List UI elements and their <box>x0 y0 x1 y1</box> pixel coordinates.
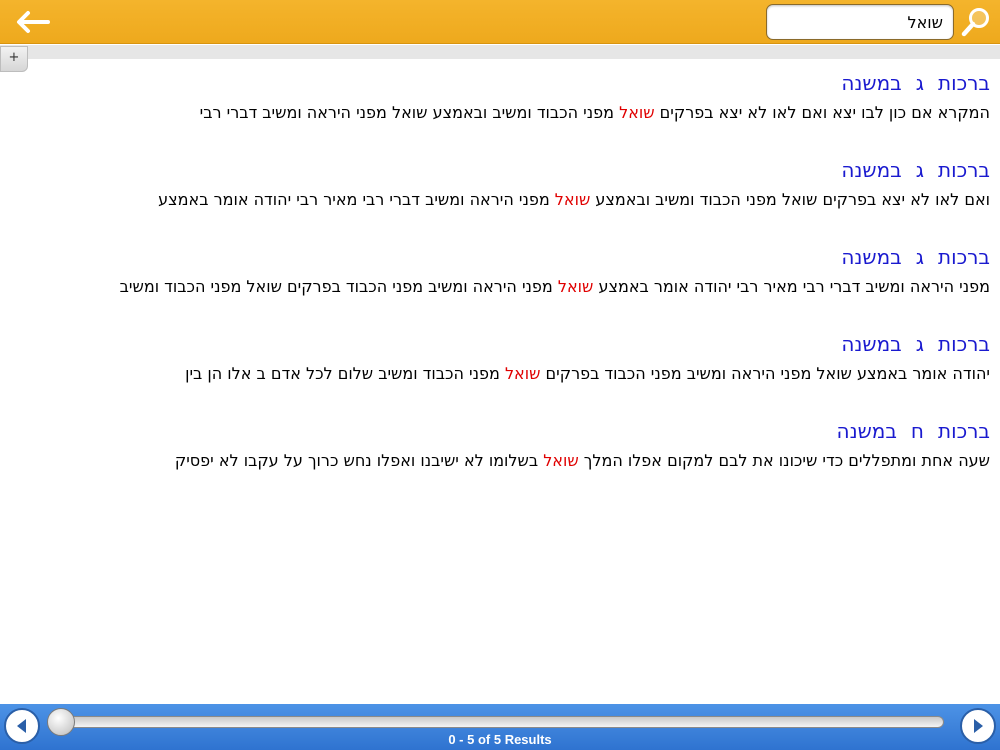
snippet-before: שעה אחת ומתפללים כדי שיכונו את לבם למקום… <box>578 451 990 470</box>
result-book: ברכות <box>937 332 990 356</box>
result-title[interactable]: ברכות ג במשנה <box>0 66 990 100</box>
result-source: במשנה <box>841 332 902 356</box>
result-title[interactable]: ברכות ג במשנה <box>0 240 990 274</box>
result-snippet: שעה אחת ומתפללים כדי שיכונו את לבם למקום… <box>0 448 990 474</box>
result-title[interactable]: ברכות ח במשנה <box>0 414 991 448</box>
result-snippet: יהודה אומר באמצע שואל מפני היראה ומשיב מ… <box>0 361 990 387</box>
snippet-after: מפני הכבוד ומשיב ובאמצע שואל מפני היראה … <box>199 103 620 122</box>
results-list: ברכות ג במשנה המקרא אם כון לבו יצא ואם לאו… <box>0 66 1000 501</box>
result-item[interactable]: ברכות ג במשנה ואם לאו לא יצא בפרקים שואל מ… <box>0 153 1000 240</box>
result-source: במשנה <box>841 158 902 182</box>
search-field[interactable] <box>766 4 954 40</box>
result-chapter: ג <box>915 245 924 269</box>
result-chapter: ג <box>915 332 924 356</box>
snippet-before: ואם לאו לא יצא בפרקים שואל מפני הכבוד ומ… <box>590 190 990 209</box>
bottom-toolbar: 0 - 5 of 5 Results <box>0 704 1000 750</box>
top-toolbar <box>0 0 1000 44</box>
snippet-hit: שואל <box>504 364 541 383</box>
snippet-hit: שואל <box>554 190 591 209</box>
result-source: במשנה <box>841 71 902 95</box>
snippet-before: המקרא אם כון לבו יצא ואם לאו לא יצא בפרק… <box>654 103 990 122</box>
result-source: במשנה <box>836 419 897 443</box>
snippet-after: מפני הכבוד ומשיב שלום לכל אדם ב אלו הן ב… <box>185 364 505 383</box>
snippet-after: מפני היראה ומשיב מפני הכבוד בפרקים שואל … <box>119 277 558 296</box>
result-book: ברכות <box>937 71 990 95</box>
result-item[interactable]: ברכות ג במשנה המקרא אם כון לבו יצא ואם לאו… <box>0 66 1000 153</box>
result-book: ברכות <box>937 158 990 182</box>
result-snippet: מפני היראה ומשיב דברי רבי מאיר רבי יהודה… <box>0 274 990 300</box>
result-chapter: ג <box>915 71 924 95</box>
result-item[interactable]: ברכות ג במשנה מפני היראה ומשיב דברי רבי מא… <box>0 240 1000 327</box>
result-snippet: המקרא אם כון לבו יצא ואם לאו לא יצא בפרק… <box>0 100 990 126</box>
snippet-before: מפני היראה ומשיב דברי רבי מאיר רבי יהודה… <box>593 277 990 296</box>
result-chapter: ג <box>915 158 924 182</box>
result-source: במשנה <box>841 245 902 269</box>
snippet-after: בשלומו לא ישיבנו ואפלו נחש כרוך על עקבו … <box>174 451 544 470</box>
search-input[interactable] <box>767 5 953 39</box>
result-item[interactable]: ברכות ג במשנה יהודה אומר באמצע שואל מפני ה… <box>0 327 1000 414</box>
snippet-before: יהודה אומר באמצע שואל מפני היראה ומשיב מ… <box>540 364 990 383</box>
results-slider-track[interactable] <box>52 716 944 728</box>
tab-strip <box>0 45 1000 59</box>
results-count: 0 - 5 of 5 Results <box>448 732 552 747</box>
next-page-button[interactable] <box>960 708 996 744</box>
search-button[interactable] <box>958 4 994 40</box>
snippet-hit: שואל <box>619 103 655 122</box>
search-icon <box>961 8 989 37</box>
snippet-after: מפני היראה ומשיב דברי רבי מאיר רבי יהודה… <box>158 190 555 209</box>
triangle-right-icon <box>974 719 983 733</box>
result-title[interactable]: ברכות ג במשנה <box>0 153 990 187</box>
back-button[interactable] <box>10 6 54 38</box>
result-book: ברכות <box>937 245 990 269</box>
result-title[interactable]: ברכות ג במשנה <box>0 327 990 361</box>
arrow-left-icon <box>17 11 50 33</box>
result-book: ברכות <box>937 419 990 443</box>
snippet-hit: שואל <box>557 277 594 296</box>
result-chapter: ח <box>910 419 924 443</box>
result-snippet: ואם לאו לא יצא בפרקים שואל מפני הכבוד ומ… <box>0 187 990 213</box>
snippet-hit: שואל <box>543 451 579 470</box>
result-item[interactable]: ברכות ח במשנה שעה אחת ומתפללים כדי שיכונו … <box>0 414 1000 501</box>
